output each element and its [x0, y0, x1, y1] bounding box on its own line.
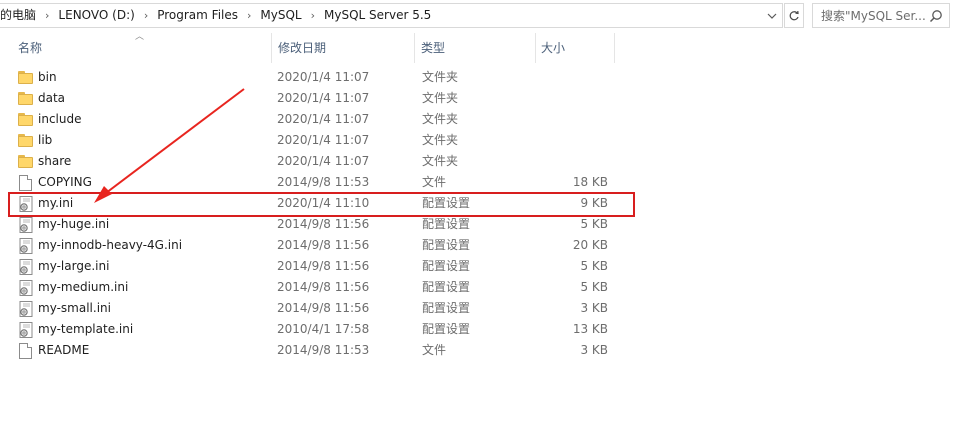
file-size: 13 KB	[572, 322, 608, 336]
file-name: my-innodb-heavy-4G.ini	[38, 238, 183, 252]
refresh-icon	[789, 10, 799, 20]
file-date: 2014/9/8 11:53	[277, 175, 370, 189]
file-row[interactable]: share 2020/1/4 11:07 文件夹	[0, 151, 620, 172]
file-type: 配置设置	[422, 322, 471, 336]
file-type: 配置设置	[422, 259, 471, 273]
column-header-size[interactable]: 大小	[536, 33, 615, 63]
config-file-icon	[19, 322, 33, 338]
highlight-box	[8, 192, 635, 217]
folder-icon	[18, 71, 34, 84]
file-row[interactable]: data 2020/1/4 11:07 文件夹	[0, 88, 620, 109]
file-type: 文件夹	[422, 154, 459, 168]
refresh-button[interactable]	[784, 3, 804, 28]
file-name: COPYING	[38, 175, 92, 189]
file-date: 2020/1/4 11:07	[277, 154, 370, 168]
breadcrumb-item[interactable]: MySQL	[257, 4, 304, 27]
file-row[interactable]: my-medium.ini 2014/9/8 11:56 配置设置 5 KB	[0, 277, 620, 298]
file-date: 2020/1/4 11:07	[277, 133, 370, 147]
breadcrumb-item[interactable]: Program Files	[154, 4, 241, 27]
chevron-right-icon[interactable]: ›	[39, 4, 55, 27]
config-file-icon	[19, 259, 33, 275]
column-header-date[interactable]: 修改日期	[272, 33, 415, 63]
search-box[interactable]	[812, 3, 950, 28]
address-bar[interactable]: 的电脑 › LENOVO (D:) › Program Files › MySQ…	[0, 3, 783, 28]
file-name: include	[38, 112, 82, 126]
folder-icon	[18, 92, 34, 105]
file-name: data	[38, 91, 66, 105]
breadcrumb-item[interactable]: MySQL Server 5.5	[321, 4, 434, 27]
file-row[interactable]: COPYING 2014/9/8 11:53 文件 18 KB	[0, 172, 620, 193]
file-name: my-small.ini	[38, 301, 111, 315]
file-date: 2020/1/4 11:07	[277, 91, 370, 105]
config-file-icon	[19, 217, 33, 233]
file-row[interactable]: bin 2020/1/4 11:07 文件夹	[0, 67, 620, 88]
chevron-right-icon[interactable]: ›	[305, 4, 321, 27]
file-date: 2014/9/8 11:56	[277, 280, 370, 294]
file-row[interactable]: include 2020/1/4 11:07 文件夹	[0, 109, 620, 130]
column-header-name[interactable]: 名称	[0, 33, 272, 63]
file-name: my-medium.ini	[38, 280, 129, 294]
file-size: 18 KB	[572, 175, 608, 189]
file-name: my-large.ini	[38, 259, 110, 273]
file-type: 配置设置	[422, 301, 471, 315]
file-date: 2014/9/8 11:56	[277, 217, 370, 231]
file-type: 文件	[422, 175, 447, 189]
config-file-icon	[19, 301, 33, 317]
file-row[interactable]: my-small.ini 2014/9/8 11:56 配置设置 3 KB	[0, 298, 620, 319]
file-type: 文件夹	[422, 112, 459, 126]
search-input[interactable]	[821, 8, 931, 23]
file-name: bin	[38, 70, 57, 84]
file-date: 2014/9/8 11:53	[277, 343, 370, 357]
file-name: share	[38, 154, 72, 168]
column-header: ︿ 名称 修改日期 类型 大小	[0, 32, 620, 63]
file-date: 2020/1/4 11:07	[277, 112, 370, 126]
file-name: README	[38, 343, 90, 357]
folder-icon	[18, 113, 34, 126]
file-size: 5 KB	[580, 280, 608, 294]
file-type: 文件夹	[422, 70, 459, 84]
file-row[interactable]: my-template.ini 2010/4/1 17:58 配置设置 13 KB	[0, 319, 620, 340]
file-date: 2020/1/4 11:07	[277, 70, 370, 84]
column-header-type[interactable]: 类型	[415, 33, 536, 63]
file-date: 2010/4/1 17:58	[277, 322, 370, 336]
config-file-icon	[19, 238, 33, 254]
config-file-icon	[19, 280, 33, 296]
file-type: 文件	[422, 343, 447, 357]
file-icon	[19, 175, 32, 191]
breadcrumb: 的电脑 › LENOVO (D:) › Program Files › MySQ…	[0, 4, 762, 27]
file-type: 配置设置	[422, 238, 471, 252]
folder-icon	[18, 134, 34, 147]
breadcrumb-item[interactable]: LENOVO (D:)	[55, 4, 137, 27]
file-name: my-template.ini	[38, 322, 134, 336]
file-date: 2014/9/8 11:56	[277, 238, 370, 252]
file-size: 5 KB	[580, 259, 608, 273]
file-size: 20 KB	[572, 238, 608, 252]
file-date: 2014/9/8 11:56	[277, 259, 370, 273]
file-type: 文件夹	[422, 91, 459, 105]
file-row[interactable]: README 2014/9/8 11:53 文件 3 KB	[0, 340, 620, 361]
breadcrumb-item[interactable]: 的电脑	[0, 4, 39, 27]
file-type: 配置设置	[422, 280, 471, 294]
file-icon	[19, 343, 32, 359]
file-row[interactable]: my-innodb-heavy-4G.ini 2014/9/8 11:56 配置设置…	[0, 235, 620, 256]
file-type: 文件夹	[422, 133, 459, 147]
file-size: 3 KB	[580, 343, 608, 357]
file-size: 3 KB	[580, 301, 608, 315]
chevron-down-icon[interactable]	[762, 4, 782, 27]
file-row[interactable]: lib 2020/1/4 11:07 文件夹	[0, 130, 620, 151]
file-row[interactable]: my-large.ini 2014/9/8 11:56 配置设置 5 KB	[0, 256, 620, 277]
folder-icon	[18, 155, 34, 168]
chevron-right-icon[interactable]: ›	[241, 4, 257, 27]
file-row[interactable]: my-huge.ini 2014/9/8 11:56 配置设置 5 KB	[0, 214, 620, 235]
chevron-right-icon[interactable]: ›	[138, 4, 154, 27]
search-icon[interactable]	[929, 9, 943, 23]
file-size: 5 KB	[580, 217, 608, 231]
file-type: 配置设置	[422, 217, 471, 231]
file-name: lib	[38, 133, 53, 147]
file-name: my-huge.ini	[38, 217, 110, 231]
file-date: 2014/9/8 11:56	[277, 301, 370, 315]
